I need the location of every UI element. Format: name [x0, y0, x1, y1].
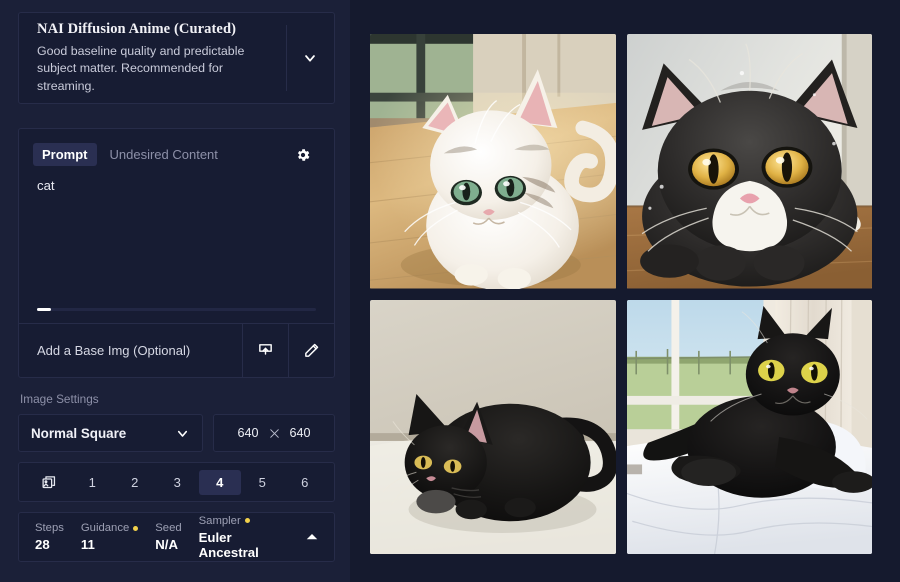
prompt-card: Prompt Undesired Content cat Add a Base … — [18, 128, 335, 378]
param-sampler[interactable]: Sampler Euler Ancestral — [199, 515, 281, 560]
results-panel — [350, 0, 900, 582]
param-guidance-label: Guidance — [80, 522, 130, 534]
batch-count-selector: 1 2 3 4 5 6 — [18, 462, 335, 502]
param-seed-label: Seed — [155, 522, 182, 534]
batch-option-2[interactable]: 2 — [114, 470, 157, 495]
param-steps-value: 28 — [35, 537, 50, 552]
white-cream-cat-on-wooden-floor — [370, 34, 616, 289]
black-cat-on-white-bed-by-window — [626, 299, 872, 554]
chevron-down-icon[interactable] — [286, 25, 332, 91]
param-steps[interactable]: Steps 28 — [35, 522, 64, 552]
aspect-ratio-value: Normal Square — [31, 425, 127, 441]
param-sampler-label: Sampler — [198, 514, 241, 527]
black-cat-crouching-on-floor — [370, 299, 616, 554]
result-image-3[interactable] — [370, 299, 616, 554]
settings-sidebar: NAI Diffusion Anime (Curated) Good basel… — [0, 0, 350, 582]
model-info: NAI Diffusion Anime (Curated) Good basel… — [37, 21, 286, 96]
result-image-2[interactable] — [626, 34, 872, 289]
param-guidance[interactable]: Guidance 11 — [80, 522, 139, 552]
base-image-label: Add a Base Img (Optional) — [37, 343, 191, 358]
upload-icon[interactable] — [242, 324, 288, 377]
param-guidance-value: 11 — [80, 537, 95, 552]
tuxedo-cat-closeup-yellow-eyes — [626, 34, 872, 289]
width-input[interactable]: 640 — [237, 426, 258, 440]
multiply-icon — [268, 427, 281, 440]
model-description: Good baseline quality and predictable su… — [37, 43, 245, 93]
dimensions-box: 640 640 — [213, 414, 335, 452]
modified-dot-icon — [133, 525, 139, 531]
tab-undesired-content[interactable]: Undesired Content — [101, 143, 227, 166]
image-settings-label: Image Settings — [20, 392, 99, 406]
prompt-input[interactable]: cat — [19, 166, 334, 308]
batch-option-5[interactable]: 5 — [241, 470, 284, 495]
param-seed-header: Seed — [155, 522, 181, 534]
base-image-row: Add a Base Img (Optional) — [19, 323, 334, 377]
result-image-4[interactable] — [626, 299, 872, 554]
model-title: NAI Diffusion Anime (Curated) — [37, 20, 237, 37]
batch-option-1[interactable]: 1 — [71, 470, 114, 495]
token-bar-fill — [37, 308, 51, 311]
tab-prompt[interactable]: Prompt — [33, 143, 97, 166]
param-steps-label: Steps — [35, 522, 64, 534]
pencil-icon[interactable] — [288, 324, 334, 377]
modified-dot-icon — [244, 518, 250, 523]
param-seed[interactable]: Seed N/A — [155, 522, 181, 552]
chevron-up-icon[interactable] — [297, 528, 326, 546]
batch-option-6[interactable]: 6 — [284, 470, 327, 495]
prompt-tabs: Prompt Undesired Content — [19, 129, 334, 166]
result-image-1[interactable] — [370, 34, 616, 289]
param-sampler-header: Sampler — [199, 515, 281, 527]
token-usage-bar — [19, 308, 334, 323]
param-seed-value: N/A — [155, 537, 178, 552]
gear-icon[interactable] — [292, 144, 314, 166]
height-input[interactable]: 640 — [290, 426, 311, 440]
batch-option-4[interactable]: 4 — [198, 469, 241, 495]
results-grid — [370, 34, 872, 554]
param-guidance-header: Guidance — [80, 522, 139, 534]
stacked-images-icon — [27, 474, 71, 491]
size-row: Normal Square 640 640 — [18, 414, 335, 452]
param-steps-header: Steps — [35, 522, 64, 534]
novelai-image-generator: NAI Diffusion Anime (Curated) Good basel… — [0, 0, 900, 582]
aspect-ratio-select[interactable]: Normal Square — [18, 414, 203, 452]
generation-parameters: Steps 28 Guidance 11 Seed N/A Sampler Eu… — [18, 512, 335, 562]
token-bar-track — [37, 308, 316, 311]
chevron-down-icon — [175, 426, 190, 441]
param-sampler-value: Euler Ancestral — [198, 529, 259, 560]
batch-option-3[interactable]: 3 — [156, 470, 199, 495]
prompt-text: cat — [37, 178, 55, 193]
model-selector[interactable]: NAI Diffusion Anime (Curated) Good basel… — [18, 12, 335, 104]
